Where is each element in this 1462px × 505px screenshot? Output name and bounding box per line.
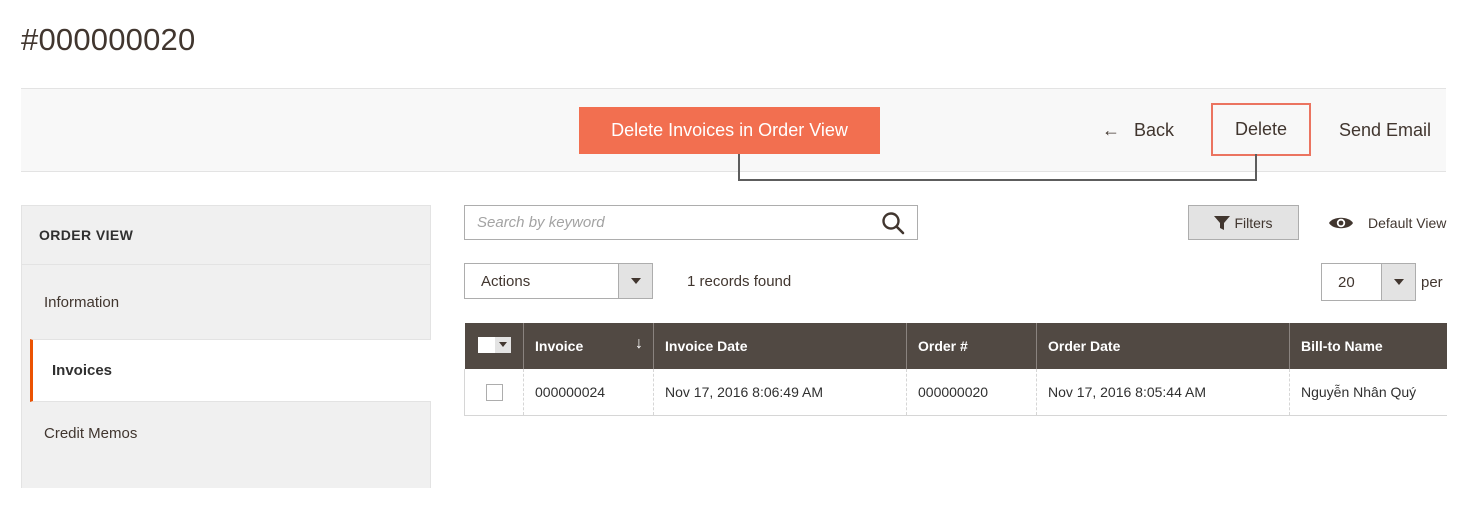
search-box	[464, 205, 918, 240]
annotation-connector	[738, 154, 1257, 181]
chevron-down-icon[interactable]	[494, 336, 511, 353]
order-view-sidebar: ORDER VIEW Information Invoices Credit M…	[21, 205, 431, 488]
column-header-label: Bill-to Name	[1301, 338, 1383, 354]
mass-select-header	[464, 323, 524, 369]
column-header-label: Invoice	[535, 338, 584, 354]
column-header-bill-to-name[interactable]: Bill-to Name	[1289, 323, 1447, 369]
eye-icon	[1329, 217, 1353, 228]
mass-select-dropdown[interactable]	[477, 336, 511, 353]
annotation-callout: Delete Invoices in Order View	[579, 107, 880, 154]
per-page-value: 20	[1338, 273, 1355, 291]
sidebar-title: ORDER VIEW	[22, 206, 430, 265]
records-found-count: 1 records found	[687, 272, 792, 290]
per-page-suffix: per	[1421, 273, 1443, 291]
per-page-dropdown[interactable]: 20	[1321, 263, 1416, 301]
filters-button[interactable]: Filters	[1188, 205, 1299, 240]
chevron-down-icon	[1381, 264, 1415, 300]
back-button-label: Back	[1134, 119, 1175, 140]
mass-actions-label: Actions	[481, 272, 531, 290]
page-title: #000000020	[21, 22, 196, 57]
back-button[interactable]: ← Back	[1102, 113, 1174, 147]
cell-bill-to-name: Nguyễn Nhân Quý	[1289, 369, 1447, 416]
cell-order-number: 000000020	[906, 369, 1037, 416]
column-header-label: Invoice Date	[665, 338, 748, 354]
invoices-grid: Invoice ↓ Invoice Date Order # Order Dat…	[464, 323, 1447, 416]
cell-invoice: 000000024	[523, 369, 654, 416]
sidebar-item-information[interactable]: Information	[22, 266, 431, 339]
filters-button-label: Filters	[1234, 214, 1273, 231]
row-select-cell	[464, 369, 524, 416]
arrow-left-icon: ←	[1102, 119, 1120, 140]
column-header-order-date[interactable]: Order Date	[1036, 323, 1290, 369]
view-switcher[interactable]: Default View	[1328, 205, 1446, 240]
search-input[interactable]	[465, 206, 869, 239]
cell-order-date: Nov 17, 2016 8:05:44 AM	[1036, 369, 1290, 416]
sidebar-item-credit-memos[interactable]: Credit Memos	[22, 402, 431, 464]
column-header-order-number[interactable]: Order #	[906, 323, 1037, 369]
column-header-label: Order #	[918, 338, 968, 354]
sidebar-item-label: Information	[44, 294, 120, 311]
cell-invoice-date: Nov 17, 2016 8:06:49 AM	[653, 369, 907, 416]
mass-actions-dropdown[interactable]: Actions	[464, 263, 653, 299]
delete-button[interactable]: Delete	[1211, 103, 1311, 156]
sort-descending-icon: ↓	[635, 335, 643, 352]
sidebar-item-label: Invoices	[52, 362, 113, 379]
row-checkbox[interactable]	[485, 383, 503, 401]
chevron-down-icon	[618, 264, 652, 298]
select-all-checkbox[interactable]	[477, 336, 495, 353]
view-switcher-label: Default View	[1368, 214, 1447, 231]
send-email-button[interactable]: Send Email	[1339, 113, 1431, 147]
table-row[interactable]: 000000024 Nov 17, 2016 8:06:49 AM 000000…	[464, 369, 1447, 416]
grid-header-row: Invoice ↓ Invoice Date Order # Order Dat…	[464, 323, 1447, 369]
column-header-label: Order Date	[1048, 338, 1121, 354]
sidebar-item-label: Credit Memos	[44, 424, 138, 442]
column-header-invoice-date[interactable]: Invoice Date	[653, 323, 907, 369]
filter-funnel-icon	[1214, 215, 1231, 230]
sidebar-item-invoices[interactable]: Invoices	[30, 339, 431, 402]
search-icon[interactable]	[869, 206, 917, 239]
column-header-invoice[interactable]: Invoice ↓	[523, 323, 654, 369]
